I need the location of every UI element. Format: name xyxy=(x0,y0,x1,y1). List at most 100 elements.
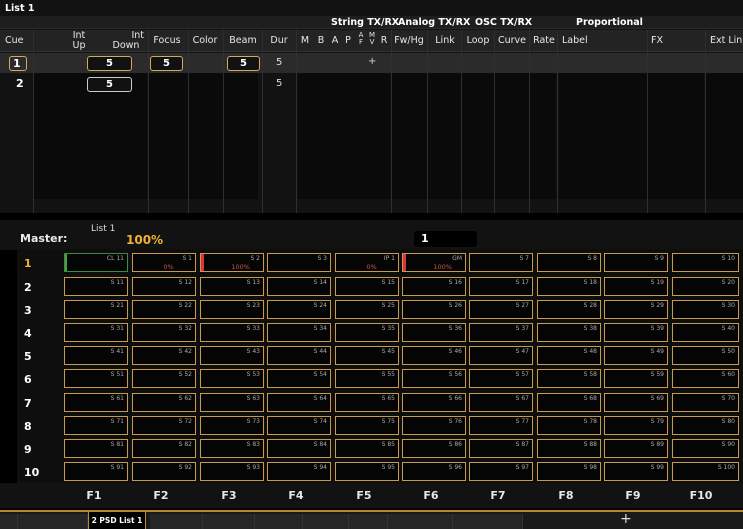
col-int-down[interactable]: Int Down xyxy=(108,30,144,52)
tab[interactable] xyxy=(0,514,18,529)
channel-cell[interactable]: S 31 xyxy=(64,323,128,342)
channel-cell[interactable]: S 79 xyxy=(604,416,668,435)
channel-cell[interactable]: S 51 xyxy=(64,369,128,388)
tab[interactable] xyxy=(349,514,388,529)
function-key-f6[interactable]: F6 xyxy=(411,489,451,502)
channel-cell[interactable]: S 32 xyxy=(132,323,196,342)
channel-cell[interactable]: S 81 xyxy=(64,439,128,458)
channel-cell[interactable]: S 55 xyxy=(335,369,399,388)
channel-cell[interactable]: S 76 xyxy=(402,416,466,435)
channel-cell[interactable]: CL 11 xyxy=(64,253,128,272)
channel-cell[interactable]: S 38 xyxy=(537,323,601,342)
channel-cell[interactable]: S 57 xyxy=(469,369,533,388)
channel-cell[interactable]: S 75 xyxy=(335,416,399,435)
row-label[interactable]: 3 xyxy=(24,304,54,317)
channel-cell[interactable]: S 37 xyxy=(469,323,533,342)
cue-number[interactable]: 2 xyxy=(16,77,24,90)
channel-cell[interactable]: S 66 xyxy=(402,393,466,412)
channel-cell[interactable]: S 9 xyxy=(604,253,668,272)
beam-value[interactable]: 5 xyxy=(227,56,260,71)
row-label[interactable]: 7 xyxy=(24,397,54,410)
channel-cell[interactable]: S 90 xyxy=(672,439,739,458)
channel-cell[interactable]: S 58 xyxy=(537,369,601,388)
tab[interactable]: 2 PSD List 1 xyxy=(88,512,146,529)
channel-cell[interactable]: S 77 xyxy=(469,416,533,435)
channel-cell[interactable]: S 12 xyxy=(132,277,196,296)
col-p[interactable]: P xyxy=(343,30,353,52)
channel-cell[interactable]: S 29 xyxy=(604,300,668,319)
channel-cell[interactable]: S 7 xyxy=(469,253,533,272)
channel-cell[interactable]: S 80 xyxy=(672,416,739,435)
channel-cell[interactable]: S 8 xyxy=(537,253,601,272)
channel-cell[interactable]: S 35 xyxy=(335,323,399,342)
col-fx[interactable]: FX xyxy=(651,30,681,52)
function-key-f8[interactable]: F8 xyxy=(546,489,586,502)
function-key-f3[interactable]: F3 xyxy=(209,489,249,502)
channel-cell[interactable]: S 27 xyxy=(469,300,533,319)
channel-cell[interactable]: S 28 xyxy=(537,300,601,319)
row-label[interactable]: 2 xyxy=(24,281,54,294)
channel-cell[interactable]: S 67 xyxy=(469,393,533,412)
cue-number-selected[interactable]: 1 xyxy=(9,56,27,71)
channel-cell[interactable]: S 54 xyxy=(267,369,331,388)
channel-cell[interactable]: S 65 xyxy=(335,393,399,412)
channel-cell[interactable]: S 63 xyxy=(200,393,264,412)
channel-cell[interactable]: S 11 xyxy=(64,277,128,296)
channel-cell[interactable]: S 30 xyxy=(672,300,739,319)
channel-cell[interactable]: S 20 xyxy=(672,277,739,296)
channel-cell[interactable]: S 42 xyxy=(132,346,196,365)
channel-cell[interactable]: S 43 xyxy=(200,346,264,365)
channel-cell[interactable]: S 94 xyxy=(267,462,331,481)
add-tab-button[interactable]: + xyxy=(620,511,632,527)
channel-cell[interactable]: S 21 xyxy=(64,300,128,319)
channel-cell[interactable]: S 56 xyxy=(402,369,466,388)
col-m[interactable]: M xyxy=(300,30,310,52)
col-dur[interactable]: Dur xyxy=(265,30,293,52)
function-key-f9[interactable]: F9 xyxy=(613,489,653,502)
channel-cell[interactable]: IP 1 0% xyxy=(335,253,399,272)
col-link[interactable]: Link xyxy=(429,30,461,52)
tab[interactable] xyxy=(303,514,349,529)
channel-cell[interactable]: S 33 xyxy=(200,323,264,342)
channel-cell[interactable]: S 69 xyxy=(604,393,668,412)
channel-cell[interactable]: S 14 xyxy=(267,277,331,296)
cue-row[interactable]: 2 5 5 xyxy=(0,74,743,94)
channel-cell[interactable]: S 88 xyxy=(537,439,601,458)
col-focus[interactable]: Focus xyxy=(150,30,184,52)
channel-cell[interactable]: S 50 xyxy=(672,346,739,365)
row-label[interactable]: 8 xyxy=(24,420,54,433)
int-down-value[interactable]: 5 xyxy=(87,77,132,92)
channel-cell[interactable]: S 64 xyxy=(267,393,331,412)
col-int-up[interactable]: Int Up xyxy=(64,30,94,52)
cue-row[interactable]: 1 5 5 5 5 + xyxy=(0,53,743,73)
row-label[interactable]: 5 xyxy=(24,350,54,363)
function-key-f7[interactable]: F7 xyxy=(478,489,518,502)
channel-cell[interactable]: S 48 xyxy=(537,346,601,365)
channel-cell[interactable]: S 24 xyxy=(267,300,331,319)
channel-cell[interactable]: S 97 xyxy=(469,462,533,481)
channel-cell[interactable]: S 34 xyxy=(267,323,331,342)
channel-cell[interactable]: S 44 xyxy=(267,346,331,365)
channel-cell[interactable]: S 71 xyxy=(64,416,128,435)
channel-cell[interactable]: S 49 xyxy=(604,346,668,365)
channel-cell[interactable]: S 99 xyxy=(604,462,668,481)
channel-cell[interactable]: S 13 xyxy=(200,277,264,296)
channel-cell[interactable]: S 96 xyxy=(402,462,466,481)
function-key-f10[interactable]: F10 xyxy=(681,489,721,502)
function-key-f5[interactable]: F5 xyxy=(344,489,384,502)
row-label[interactable]: 4 xyxy=(24,327,54,340)
channel-cell[interactable]: S 26 xyxy=(402,300,466,319)
channel-cell[interactable]: S 98 xyxy=(537,462,601,481)
channel-cell[interactable]: S 10 xyxy=(672,253,739,272)
col-rate[interactable]: Rate xyxy=(531,30,557,52)
channel-cell[interactable]: S 25 xyxy=(335,300,399,319)
channel-cell[interactable]: S 68 xyxy=(537,393,601,412)
channel-cell[interactable]: S 39 xyxy=(604,323,668,342)
channel-cell[interactable]: GM 100% xyxy=(402,253,466,272)
channel-cell[interactable]: S 15 xyxy=(335,277,399,296)
channel-cell[interactable]: S 45 xyxy=(335,346,399,365)
channel-cell[interactable]: S 52 xyxy=(132,369,196,388)
channel-cell[interactable]: S 36 xyxy=(402,323,466,342)
col-fwhg[interactable]: Fw/Hg xyxy=(393,30,425,52)
channel-cell[interactable]: S 1 0% xyxy=(132,253,196,272)
